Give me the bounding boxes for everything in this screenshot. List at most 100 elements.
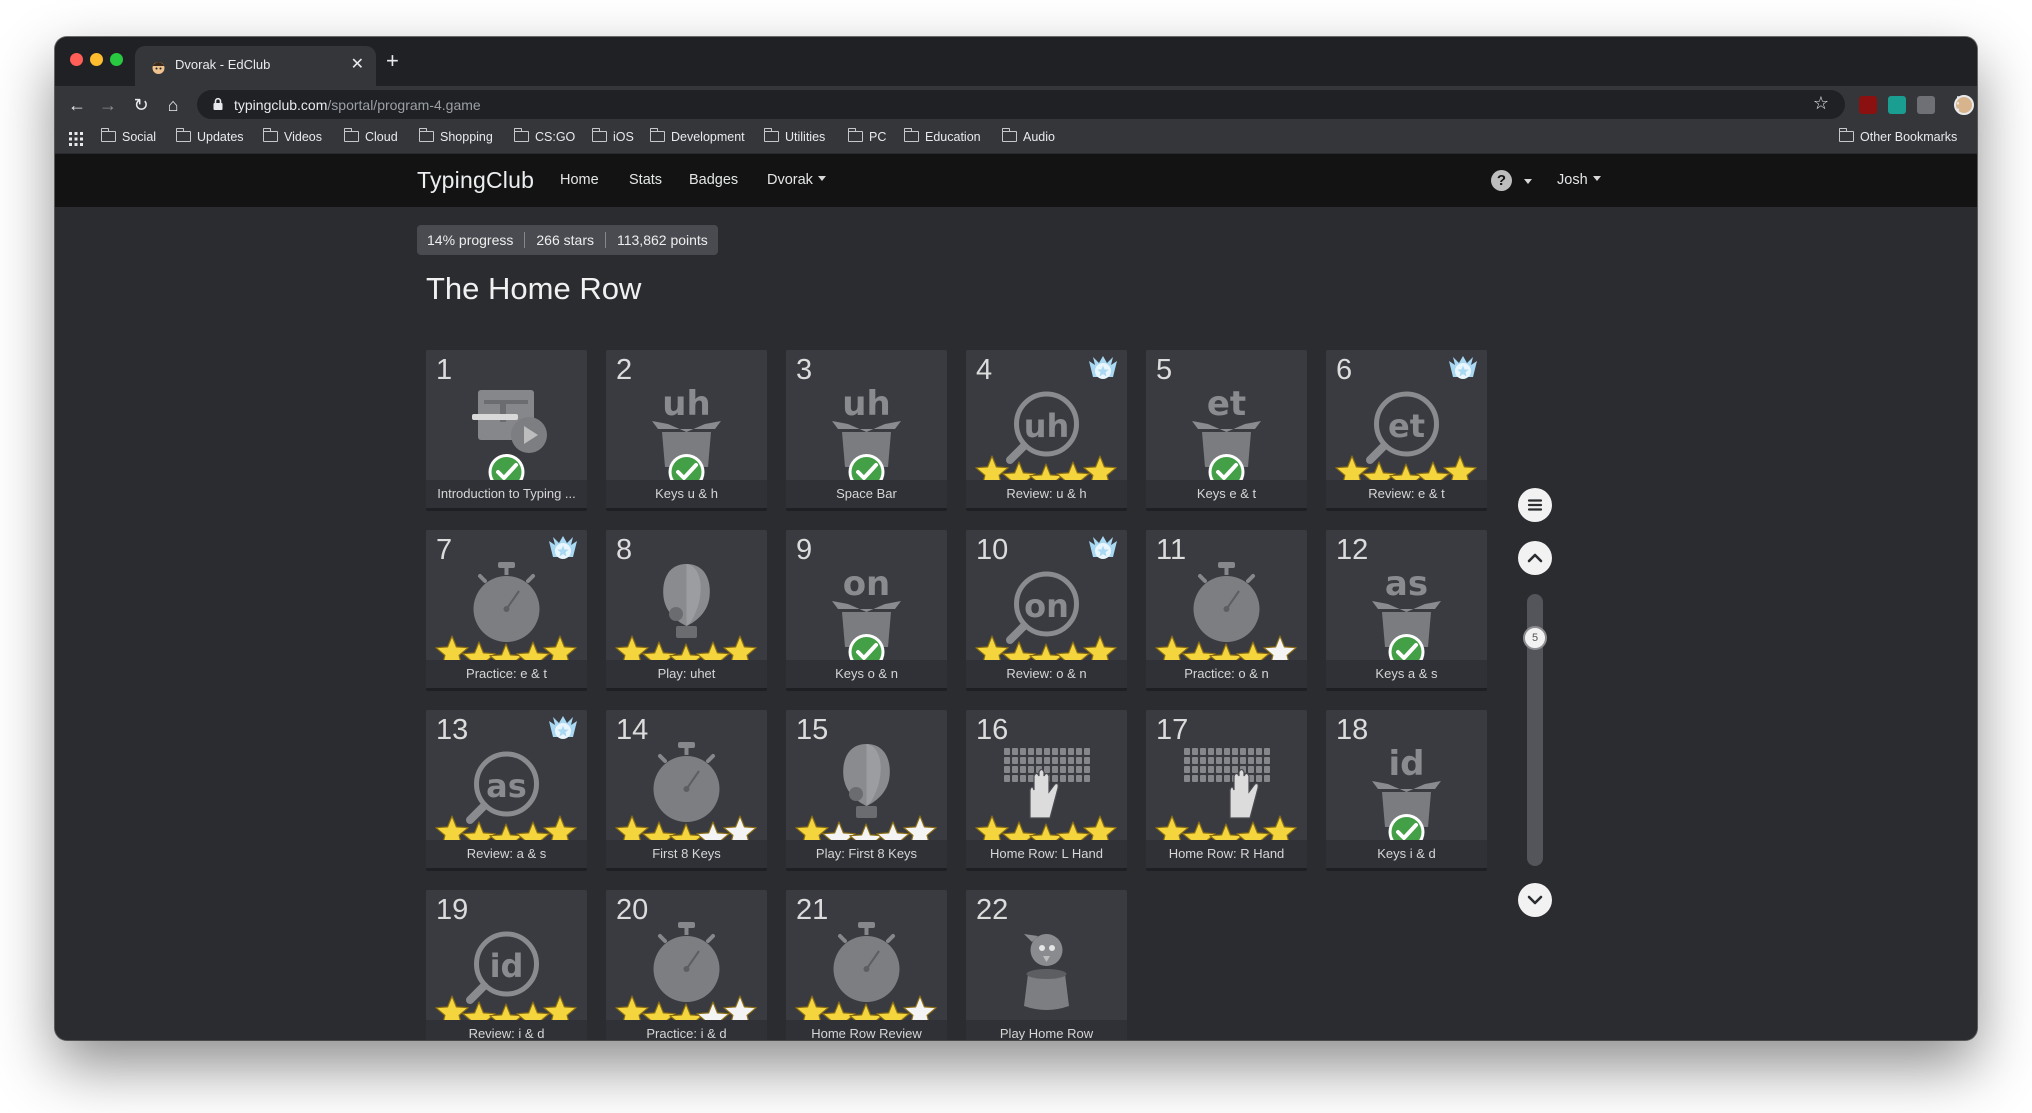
forward-arrow-icon[interactable]: → [97, 94, 119, 116]
lesson-keyboard-left-icon [975, 748, 1117, 842]
nav-home-link[interactable]: Home [560, 172, 599, 188]
folder-icon [513, 128, 529, 142]
lesson-magnifier-icon: on [975, 571, 1117, 662]
bookmark-folder-pc[interactable]: PC [847, 128, 886, 148]
lesson-card-12[interactable]: 12 as Keys a & s [1326, 530, 1487, 691]
lesson-card-4[interactable]: 4 uh Review: u & h [966, 350, 1127, 511]
back-arrow-icon[interactable]: ← [66, 94, 88, 116]
lesson-card-17[interactable]: 17 Home Row: R Hand [1146, 710, 1307, 871]
lesson-balloon-icon [795, 744, 937, 842]
bookmark-folder-videos[interactable]: Videos [262, 128, 322, 148]
folder-icon [591, 128, 607, 142]
bookmark-folder-cs-go[interactable]: CS:GO [513, 128, 575, 148]
star-icon [1236, 641, 1270, 662]
lesson-card-18[interactable]: 18 id Keys i & d [1326, 710, 1487, 871]
lesson-card-11[interactable]: 11 Practice: o & n [1146, 530, 1307, 691]
star-icon [1443, 455, 1477, 482]
s-extension-icon[interactable] [1888, 96, 1906, 114]
bookmark-star-icon[interactable]: ☆ [1813, 93, 1829, 114]
lesson-card-15[interactable]: 15 Play: First 8 Keys [786, 710, 947, 871]
scroll-up-button[interactable] [1518, 541, 1552, 575]
bookmark-label: Updates [197, 130, 244, 144]
ublock-extension-icon[interactable] [1859, 96, 1877, 114]
lesson-box-icon: as [1372, 564, 1441, 662]
star-icon [615, 635, 649, 662]
list-view-button[interactable] [1518, 488, 1552, 522]
program-dropdown[interactable]: Dvorak [767, 172, 826, 188]
folder-icon [262, 128, 278, 142]
other-bookmarks-label: Other Bookmarks [1860, 130, 1958, 144]
star-icon [615, 815, 649, 842]
lesson-card-1[interactable]: 1 Introduction to Typing ... [426, 350, 587, 511]
lesson-card-16[interactable]: 16 Home Row: L Hand [966, 710, 1127, 871]
star-icon [822, 821, 856, 842]
other-bookmarks-folder[interactable]: Other Bookmarks [1838, 128, 1958, 148]
lesson-title: Practice: o & n [1146, 660, 1307, 688]
lesson-card-6[interactable]: 6 et Review: e & t [1326, 350, 1487, 511]
nav-badges-link[interactable]: Badges [689, 172, 738, 188]
caret-down-icon[interactable] [1524, 179, 1532, 184]
star-icon [1335, 455, 1369, 482]
user-menu[interactable]: Josh [1557, 172, 1601, 188]
svg-text:id: id [490, 947, 524, 985]
apps-grid-icon[interactable] [69, 132, 83, 146]
browser-window: Dvorak - EdClub ✕ + ← → ↻ ⌂ typingclub.c… [55, 37, 1977, 1040]
star-icon [1416, 461, 1450, 482]
close-tab-icon[interactable]: ✕ [351, 54, 364, 74]
stat-divider [604, 232, 606, 248]
star-icon [642, 1001, 676, 1022]
bookmark-folder-audio[interactable]: Audio [1001, 128, 1055, 148]
lesson-game-icon [1024, 934, 1069, 1010]
bookmark-folder-social[interactable]: Social [100, 128, 156, 148]
lesson-card-7[interactable]: 7 Practice: e & t [426, 530, 587, 691]
award-badge-icon [549, 716, 577, 739]
bookmark-label: iOS [613, 130, 634, 144]
bookmark-folder-shopping[interactable]: Shopping [418, 128, 493, 148]
address-bar[interactable]: typingclub.com/sportal/program-4.game ☆ [197, 90, 1845, 119]
scroll-down-button[interactable] [1518, 883, 1552, 917]
home-icon[interactable]: ⌂ [162, 94, 184, 116]
browser-tab[interactable]: Dvorak - EdClub ✕ [135, 46, 376, 86]
brand-logo[interactable]: TypingClub [417, 167, 534, 194]
url-host: typingclub.com [234, 97, 328, 113]
bookmark-folder-ios[interactable]: iOS [591, 128, 634, 148]
checkmark-icon [488, 454, 525, 482]
bookmark-folder-utilities[interactable]: Utilities [763, 128, 825, 148]
star-icon [516, 1001, 550, 1022]
lesson-card-22[interactable]: 22 Play Home Row [966, 890, 1127, 1040]
star-icon [1263, 635, 1297, 662]
reload-icon[interactable]: ↻ [130, 94, 152, 116]
more-options-icon[interactable]: ⋮ [1949, 93, 1967, 114]
lesson-card-5[interactable]: 5 et Keys e & t [1146, 350, 1307, 511]
lesson-card-3[interactable]: 3 uh Space Bar [786, 350, 947, 511]
tab-title: Dvorak - EdClub [175, 57, 271, 72]
level-scroll-knob[interactable]: 5 [1523, 626, 1547, 650]
lesson-title: Review: u & h [966, 480, 1127, 508]
bookmark-folder-development[interactable]: Development [649, 128, 745, 148]
star-icon [1083, 635, 1117, 662]
help-icon[interactable]: ? [1491, 170, 1512, 191]
lesson-card-14[interactable]: 14 First 8 Keys [606, 710, 767, 871]
bookmark-folder-updates[interactable]: Updates [175, 128, 244, 148]
lesson-card-8[interactable]: 8 Play: uhet [606, 530, 767, 691]
award-badge-icon [1089, 356, 1117, 379]
new-tab-icon[interactable]: + [386, 50, 399, 72]
close-window-button[interactable] [70, 53, 83, 66]
generic-extension-icon[interactable] [1917, 96, 1935, 114]
lesson-card-10[interactable]: 10 on Review: o & n [966, 530, 1127, 691]
bookmark-folder-education[interactable]: Education [903, 128, 981, 148]
lesson-stopwatch-icon [615, 742, 757, 842]
lesson-card-21[interactable]: 21 Home Row Review [786, 890, 947, 1040]
lesson-title: Keys o & n [786, 660, 947, 688]
minimize-window-button[interactable] [90, 53, 103, 66]
lesson-card-20[interactable]: 20 Practice: i & d [606, 890, 767, 1040]
lesson-card-2[interactable]: 2 uh Keys u & h [606, 350, 767, 511]
zoom-window-button[interactable] [110, 53, 123, 66]
lesson-card-13[interactable]: 13 as Review: a & s [426, 710, 587, 871]
lesson-card-19[interactable]: 19 id Review: i & d [426, 890, 587, 1040]
lesson-card-9[interactable]: 9 on Keys o & n [786, 530, 947, 691]
bookmark-folder-cloud[interactable]: Cloud [343, 128, 398, 148]
star-icon [696, 1001, 730, 1022]
nav-stats-link[interactable]: Stats [629, 172, 662, 188]
lesson-grid: 1 Introduction to Typing ... 2 uh Keys u & h… [426, 350, 1502, 1040]
